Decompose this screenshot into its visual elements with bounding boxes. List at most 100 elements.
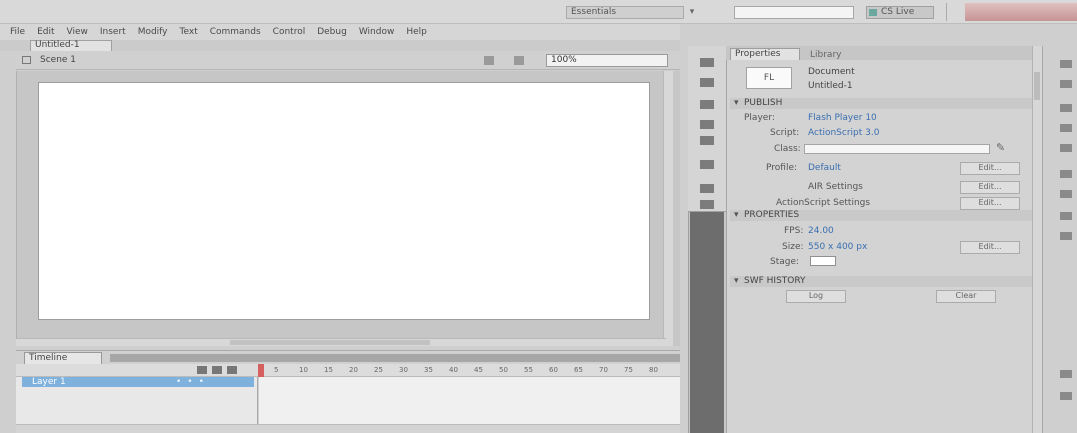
publish-section-header[interactable]: PUBLISH	[730, 98, 1040, 109]
frame-number: 65	[574, 366, 583, 374]
line-tool-icon[interactable]	[700, 184, 714, 193]
outline-icon[interactable]	[227, 366, 237, 374]
frame-number: 60	[549, 366, 558, 374]
chevron-down-icon[interactable]: ▾	[686, 6, 698, 19]
pencil-icon[interactable]: ✎	[996, 142, 1012, 154]
actionscript-settings-label: ActionScript Settings	[776, 198, 871, 208]
properties-section-header[interactable]: PROPERTIES	[730, 210, 1040, 221]
frame-number: 80	[649, 366, 658, 374]
workspace-dropdown[interactable]: Essentials	[566, 6, 684, 19]
menu-text[interactable]: Text	[174, 27, 204, 37]
scene-label[interactable]: Scene 1	[40, 55, 76, 65]
tools-panel-empty	[690, 212, 724, 433]
frame-number: 70	[599, 366, 608, 374]
info-panel-icon[interactable]	[1060, 124, 1072, 132]
vertical-scrollbar[interactable]	[663, 71, 673, 346]
menu-bar: File Edit View Insert Modify Text Comman…	[0, 24, 680, 40]
edit-scene-icon[interactable]	[514, 56, 524, 65]
profile-edit-button[interactable]: Edit...	[960, 162, 1020, 175]
timeline-footer	[16, 424, 680, 433]
size-edit-button[interactable]: Edit...	[960, 241, 1020, 254]
tab-properties[interactable]: Properties	[730, 48, 800, 60]
frame-ruler[interactable]: 5 10 15 20 25 30 35 40 45 50 55 60 65 70…	[264, 364, 664, 377]
layer-state-dots[interactable]: •••	[176, 378, 210, 387]
menu-modify[interactable]: Modify	[132, 27, 174, 37]
script-label: Script:	[770, 128, 800, 138]
class-label: Class:	[774, 144, 801, 154]
tab-library[interactable]: Library	[806, 50, 866, 60]
profile-value[interactable]: Default	[808, 163, 841, 173]
size-label: Size:	[782, 242, 804, 252]
menu-control[interactable]: Control	[267, 27, 312, 37]
rectangle-tool-icon[interactable]	[700, 200, 714, 209]
properties-scroll-thumb[interactable]	[1034, 72, 1040, 100]
air-settings-label: AIR Settings	[808, 182, 863, 192]
actionscript-settings-edit-button[interactable]: Edit...	[960, 197, 1020, 210]
lasso-tool-icon[interactable]	[700, 120, 714, 129]
code-snippets-panel-icon[interactable]	[1060, 170, 1072, 178]
lock-icon[interactable]	[212, 366, 222, 374]
frame-number: 55	[524, 366, 533, 374]
edit-symbols-icon[interactable]	[484, 56, 494, 65]
window-controls[interactable]	[965, 3, 1077, 21]
menu-debug[interactable]: Debug	[311, 27, 353, 37]
menu-window[interactable]: Window	[353, 27, 401, 37]
frame-number: 35	[424, 366, 433, 374]
stage-canvas[interactable]	[38, 82, 650, 320]
layer-row[interactable]: Layer 1	[22, 377, 254, 387]
output-panel-icon[interactable]	[1060, 392, 1072, 400]
transform-tool-icon[interactable]	[700, 100, 714, 109]
frame-number: 5	[274, 366, 279, 374]
stage-label: Stage:	[770, 257, 800, 267]
air-settings-edit-button[interactable]: Edit...	[960, 181, 1020, 194]
frame-number: 75	[624, 366, 633, 374]
menu-commands[interactable]: Commands	[204, 27, 267, 37]
properties-scrollbar[interactable]	[1032, 46, 1042, 433]
tab-timeline[interactable]: Timeline	[24, 352, 102, 364]
swatches-panel-icon[interactable]	[1060, 80, 1072, 88]
pen-tool-icon[interactable]	[700, 136, 714, 145]
fps-value[interactable]: 24.00	[808, 226, 834, 236]
class-input[interactable]	[804, 144, 990, 154]
document-tab[interactable]: Untitled-1	[30, 40, 112, 51]
frame-number: 45	[474, 366, 483, 374]
motion-presets-panel-icon[interactable]	[1060, 212, 1072, 220]
subselection-tool-icon[interactable]	[700, 78, 714, 87]
fps-label: FPS:	[784, 226, 804, 236]
selection-tool-icon[interactable]	[700, 58, 714, 67]
tab-bar-filler	[110, 354, 680, 362]
playhead[interactable]	[258, 364, 264, 377]
menu-file[interactable]: File	[4, 27, 31, 37]
history-panel-icon[interactable]	[1060, 370, 1072, 378]
search-input[interactable]	[734, 6, 854, 19]
log-button[interactable]: Log	[786, 290, 846, 303]
swf-history-section-header[interactable]: SWF HISTORY	[730, 276, 1040, 287]
frame-number: 40	[449, 366, 458, 374]
stage-color-swatch[interactable]	[810, 256, 836, 266]
menu-insert[interactable]: Insert	[94, 27, 132, 37]
menu-edit[interactable]: Edit	[31, 27, 60, 37]
transform-panel-icon[interactable]	[1060, 144, 1072, 152]
text-tool-icon[interactable]	[700, 160, 714, 169]
frame-number: 10	[299, 366, 308, 374]
size-value[interactable]: 550 x 400 px	[808, 242, 867, 252]
components-panel-icon[interactable]	[1060, 190, 1072, 198]
clear-button[interactable]: Clear	[936, 290, 996, 303]
frame-number: 20	[349, 366, 358, 374]
align-panel-icon[interactable]	[1060, 104, 1072, 112]
zoom-dropdown[interactable]: 100%	[546, 54, 668, 67]
cs-live-icon	[869, 9, 877, 16]
horizontal-scroll-thumb[interactable]	[230, 340, 430, 345]
player-label: Player:	[744, 113, 775, 123]
eye-icon[interactable]	[197, 366, 207, 374]
player-value[interactable]: Flash Player 10	[808, 113, 877, 123]
frame-number: 50	[499, 366, 508, 374]
script-value[interactable]: ActionScript 3.0	[808, 128, 879, 138]
color-panel-icon[interactable]	[1060, 60, 1072, 68]
actions-panel-icon[interactable]	[1060, 232, 1072, 240]
menu-view[interactable]: View	[61, 27, 94, 37]
frame-number: 15	[324, 366, 333, 374]
layer-toggle-icons	[197, 366, 253, 375]
frame-number: 30	[399, 366, 408, 374]
menu-help[interactable]: Help	[400, 27, 433, 37]
